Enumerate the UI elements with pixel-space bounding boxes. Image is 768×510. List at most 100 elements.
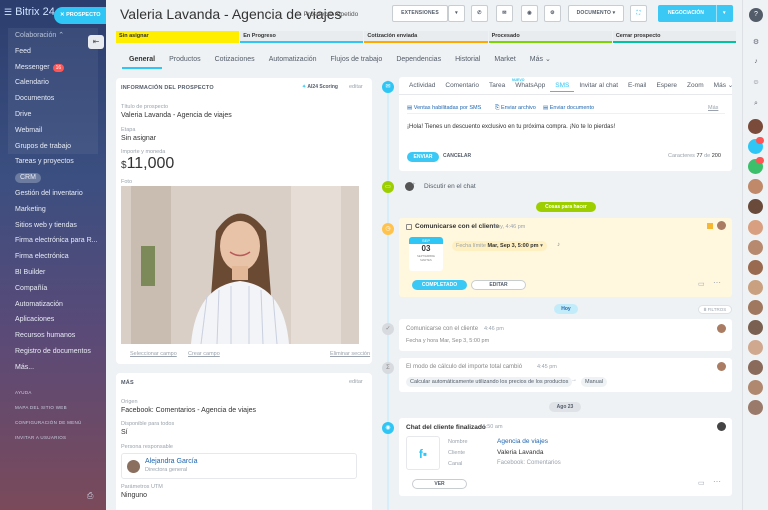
settings-icon[interactable]: ⚙ xyxy=(749,36,763,50)
sidebar-item[interactable]: Registro de documentos xyxy=(0,344,106,360)
tab[interactable]: Productos xyxy=(162,53,208,69)
available-value[interactable]: Sí xyxy=(121,429,128,436)
lead-photo[interactable] xyxy=(121,186,359,344)
ai-scoring-button[interactable]: ✦ AI24 Scoring xyxy=(302,84,338,90)
notification-bell-icon[interactable]: ♪ xyxy=(749,55,763,69)
activity-tab[interactable]: E-mail xyxy=(623,80,651,92)
responsible-name[interactable]: Alejandra García xyxy=(145,458,198,465)
tab[interactable]: Automatización xyxy=(262,53,324,69)
sidebar-item[interactable]: CRM xyxy=(0,170,106,186)
deadline-chip[interactable]: Fecha límite Mar, Sep 3, 5:00 pm ▾ xyxy=(452,241,547,251)
delete-section-link[interactable]: Eliminar sección xyxy=(330,351,370,357)
filters-button[interactable]: ⩨ FILTROS xyxy=(698,305,732,314)
sidebar-item[interactable]: Recursos humanos xyxy=(0,328,106,344)
sidebar-item[interactable]: BI Builder xyxy=(0,265,106,281)
search-icon[interactable]: ⌕ xyxy=(749,97,763,111)
negotiation-dropdown-icon[interactable]: ▾ xyxy=(716,5,726,22)
tab[interactable]: Flujos de trabajo xyxy=(324,53,390,69)
avatar[interactable] xyxy=(748,280,763,295)
sidebar-item[interactable]: Más... xyxy=(0,360,106,376)
task-checkbox[interactable] xyxy=(406,224,412,230)
view-button[interactable]: VER xyxy=(412,479,467,489)
sms-more-link[interactable]: Más xyxy=(708,105,718,111)
sidebar-item[interactable]: Messenger 16 xyxy=(8,59,98,76)
sidebar-item[interactable]: Gestión del inventario xyxy=(0,186,106,202)
collapse-sidebar-button[interactable]: ⇤ xyxy=(88,35,104,49)
extensions-button[interactable]: EXTENSIONES xyxy=(392,5,448,22)
sidebar-footer-link[interactable]: CONFIGURACIÓN DE MENÚ xyxy=(15,420,82,425)
sidebar-item[interactable]: Tareas y proyectos xyxy=(0,154,106,170)
activity-tab[interactable]: SMS xyxy=(550,80,575,92)
sidebar-item[interactable]: Aplicaciones xyxy=(0,312,106,328)
edit-button[interactable]: EDITAR xyxy=(471,280,526,290)
info-edit-link[interactable]: editar xyxy=(349,84,363,90)
sidebar-item[interactable]: Firma electrónica xyxy=(0,249,106,265)
sidebar-item[interactable]: Compañía xyxy=(0,281,106,297)
sidebar-item[interactable]: Documentos xyxy=(8,91,98,107)
tab[interactable]: Cotizaciones xyxy=(208,53,262,69)
activity-tab[interactable]: Tarea xyxy=(484,80,510,92)
document-button[interactable]: DOCUMENTO ▾ xyxy=(568,5,624,22)
sidebar-item[interactable]: Firma electrónica para R... xyxy=(0,233,106,249)
help-icon[interactable]: ? xyxy=(749,8,763,22)
task-title[interactable]: Comunicarse con el cliente xyxy=(415,223,499,230)
avatar[interactable] xyxy=(748,240,763,255)
stage-step[interactable]: Cotización enviada xyxy=(364,31,488,43)
tab[interactable]: Historial xyxy=(448,53,487,69)
activity-tab[interactable]: Más ⌄ xyxy=(709,80,739,92)
sidebar-footer-link[interactable]: MAPA DEL SITIO WEB xyxy=(15,405,82,410)
activity-tab[interactable]: Invitar al chat xyxy=(574,80,623,92)
stage-step[interactable]: Cerrar prospecto xyxy=(612,31,737,43)
phone-icon[interactable]: ✆ xyxy=(471,5,488,22)
comment-icon[interactable]: ▭ xyxy=(698,479,705,487)
source-value[interactable]: Facebook: Comentarios - Agencia de viaje… xyxy=(121,407,256,414)
sidebar-item[interactable]: Automatización xyxy=(0,297,106,313)
activity-tab[interactable]: Actividad xyxy=(399,80,440,92)
name-value[interactable]: Agencia de viajes xyxy=(497,438,548,445)
flag-icon[interactable] xyxy=(707,223,713,229)
stage-value[interactable]: Sin asignar xyxy=(121,135,156,142)
sidebar-footer-link[interactable]: INVITAR A USUARIOS xyxy=(15,435,82,440)
title-value[interactable]: Valeria Lavanda - Agencia de viajes xyxy=(121,112,232,119)
sidebar-item[interactable]: Colaboración ⌃ xyxy=(8,28,98,44)
avatar[interactable] xyxy=(748,220,763,235)
cancel-button[interactable]: CANCELAR xyxy=(443,153,471,159)
history-task-title[interactable]: Comunicarse con el cliente xyxy=(406,326,478,332)
activity-tab[interactable]: Zoom xyxy=(682,80,709,92)
create-field-link[interactable]: Crear campo xyxy=(188,351,220,357)
settings-gear-icon[interactable]: ⚙ xyxy=(544,5,561,22)
avatar[interactable] xyxy=(748,400,763,415)
more-menu-icon[interactable]: ⋯ xyxy=(713,477,721,486)
activity-tab[interactable]: Comentario xyxy=(440,80,484,92)
expand-icon[interactable]: ⛶ xyxy=(630,5,647,22)
sms-sales-link[interactable]: ▤ Ventas habilitadas por SMS xyxy=(407,105,481,111)
printer-icon[interactable]: ⎙ xyxy=(87,491,93,501)
complete-button[interactable]: COMPLETADO xyxy=(412,280,467,290)
stage-step[interactable]: Procesado xyxy=(488,31,612,43)
brand-logo[interactable]: ☰ Bitrix 24 xyxy=(4,6,55,18)
select-field-link[interactable]: Seleccionar campo xyxy=(130,351,177,357)
tab[interactable]: Más ⌄ xyxy=(523,53,558,69)
send-file-link[interactable]: ⎘ Enviar archivo xyxy=(495,105,536,112)
extensions-dropdown-button[interactable]: ▾ xyxy=(448,5,465,22)
discuss-in-chat[interactable]: Discutir en el chat xyxy=(424,183,476,190)
send-button[interactable]: ENVIAR xyxy=(407,152,439,162)
amount-value[interactable]: $11,000 xyxy=(121,155,174,173)
sidebar-item[interactable]: Webmail xyxy=(8,122,98,139)
avatar[interactable] xyxy=(748,380,763,395)
sidebar-item[interactable]: Feed xyxy=(8,43,98,60)
sidebar-item[interactable]: Drive xyxy=(8,106,98,123)
send-document-link[interactable]: ▤ Enviar documento xyxy=(543,105,594,111)
avatar[interactable] xyxy=(748,260,763,275)
repeat-indicator[interactable]: ☆ Prospecto repetido xyxy=(296,10,358,18)
comment-icon[interactable]: ▭ xyxy=(698,280,705,288)
contacts-icon[interactable]: ☺ xyxy=(749,76,763,90)
tab[interactable]: Dependencias xyxy=(389,53,448,69)
sidebar-item[interactable]: Calendario xyxy=(8,75,98,92)
sidebar-item[interactable]: Marketing xyxy=(0,202,106,218)
tab[interactable]: General xyxy=(122,53,163,69)
stage-step[interactable]: Sin asignar xyxy=(116,31,240,43)
avatar[interactable] xyxy=(748,320,763,335)
tab[interactable]: Market xyxy=(487,53,522,69)
avatar[interactable] xyxy=(748,199,763,214)
